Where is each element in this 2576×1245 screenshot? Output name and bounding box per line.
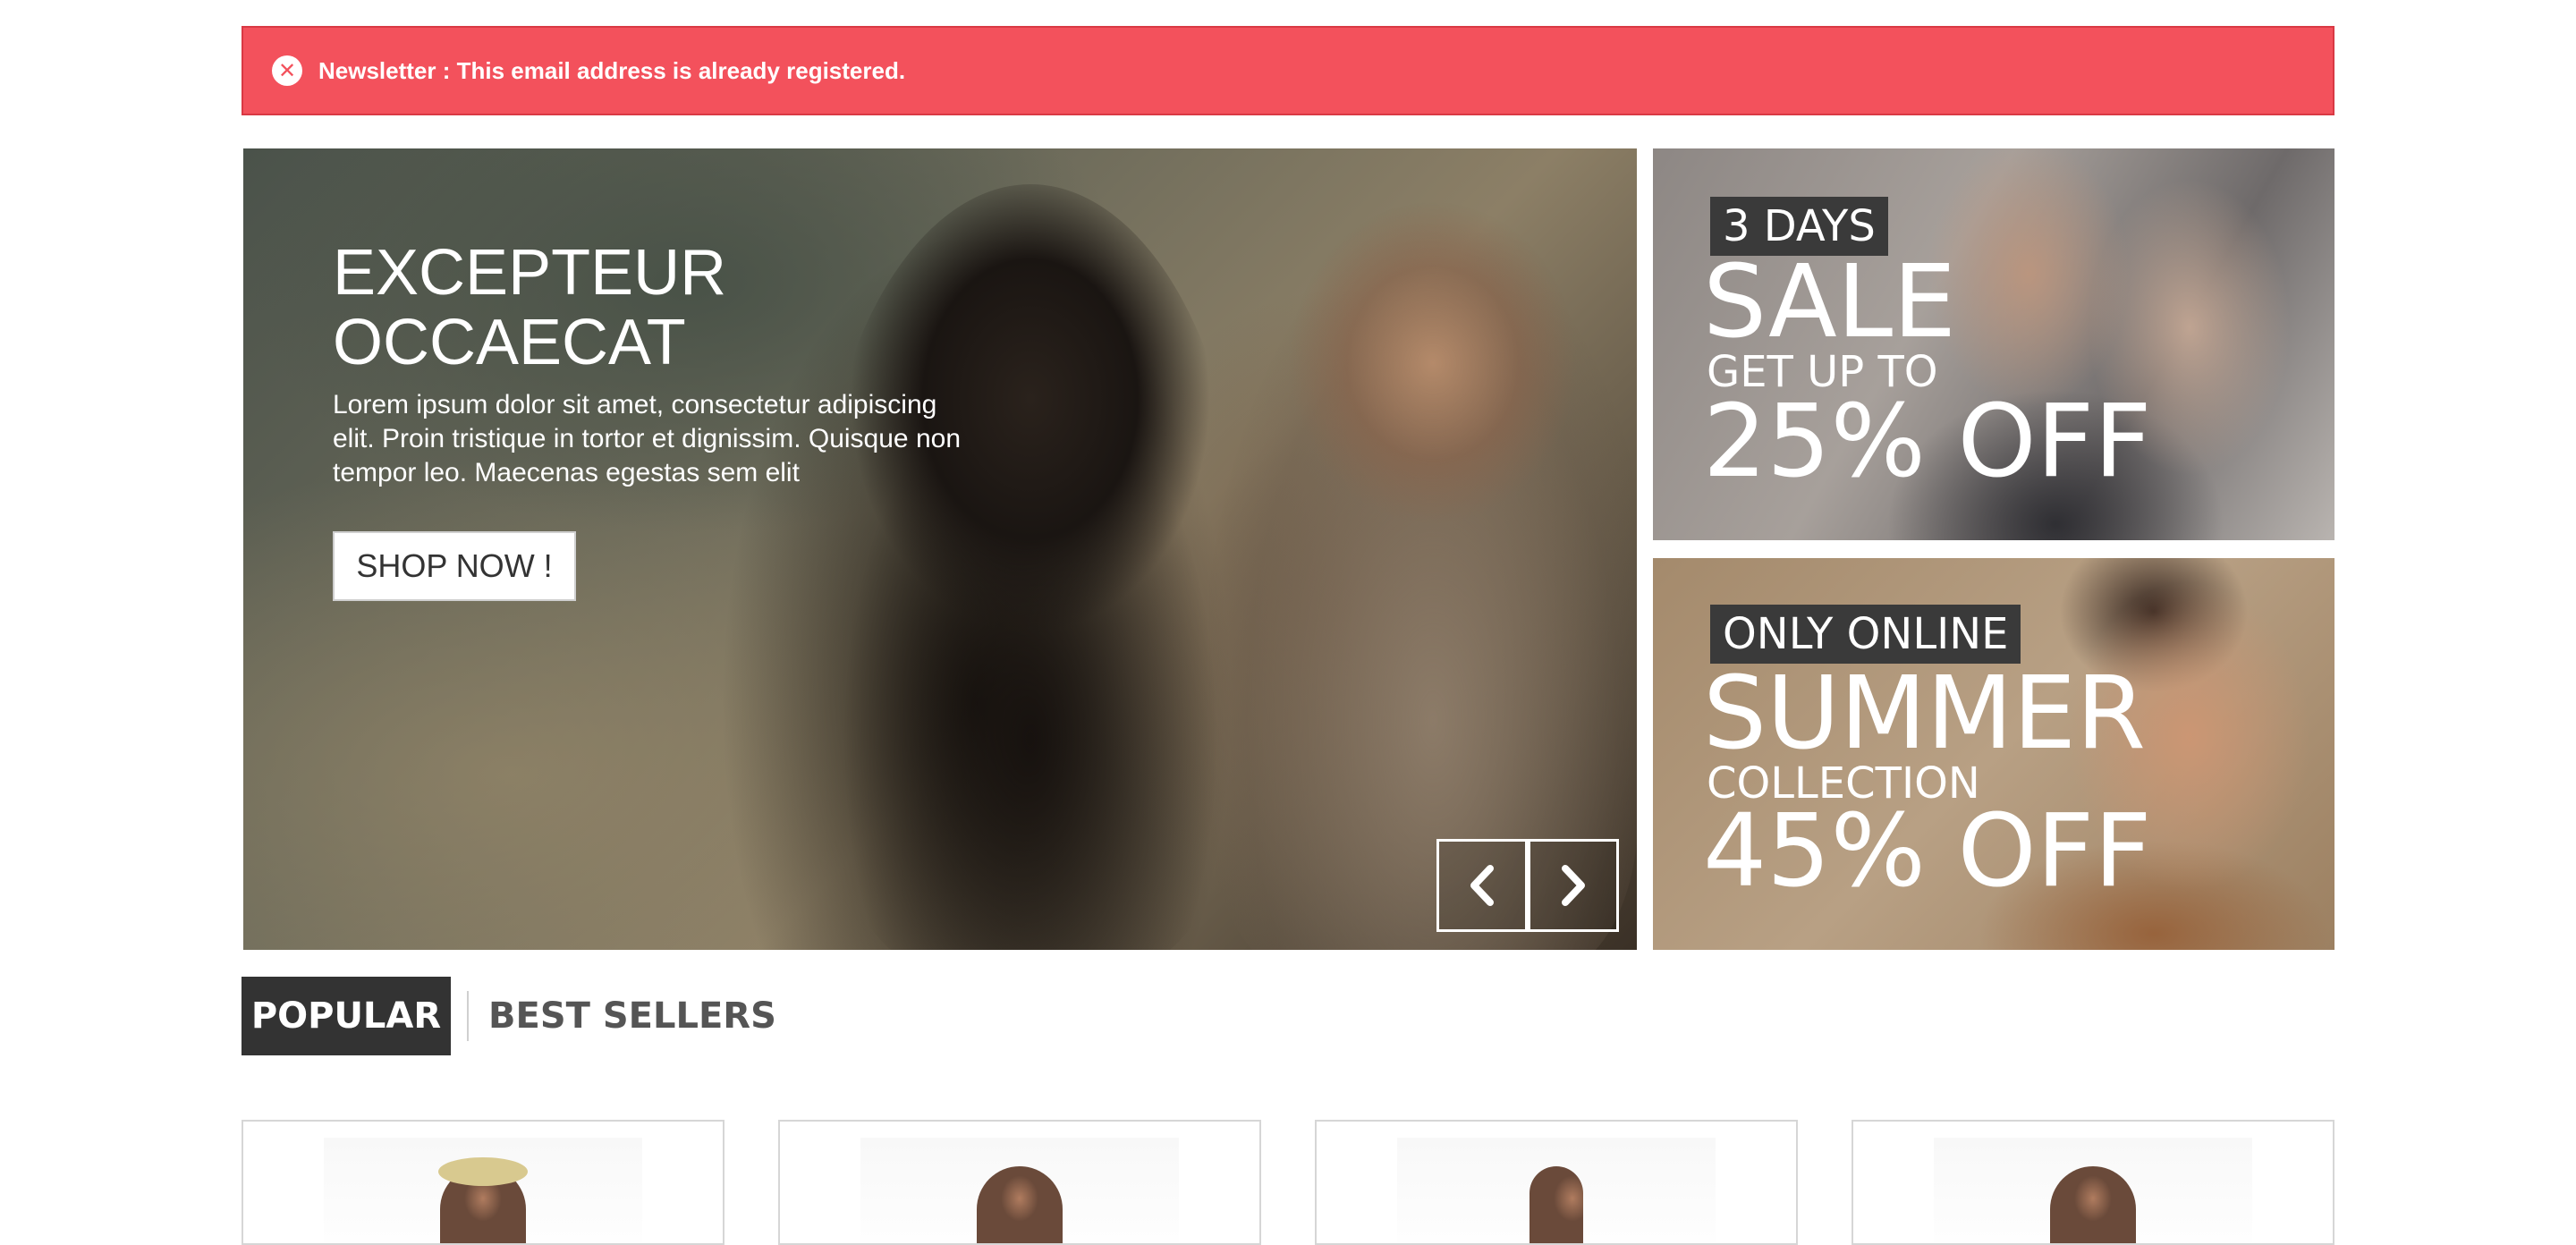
slide-title: EXCEPTEUR OCCAECAT (333, 238, 959, 377)
product-card[interactable] (1315, 1120, 1798, 1245)
slide-title-line1: EXCEPTEUR (333, 237, 727, 309)
shop-now-button[interactable]: SHOP NOW ! (333, 531, 576, 601)
alert-message: Newsletter : This email address is alrea… (318, 56, 906, 84)
close-circle-icon: ✕ (272, 55, 302, 86)
banner-headline: SUMMER (1703, 656, 2146, 772)
newsletter-error-alert: ✕ Newsletter : This email address is alr… (242, 26, 2334, 115)
banner-offer: 25% OFF (1703, 384, 2152, 500)
slide-description: Lorem ipsum dolor sit amet, consectetur … (333, 390, 961, 487)
promo-banner-sale[interactable]: 3 DAYS SALE GET UP TO 25% OFF (1653, 148, 2334, 540)
slider-next-button[interactable] (1528, 839, 1619, 932)
product-image (2050, 1166, 2136, 1243)
slide-title-line2: OCCAECAT (333, 307, 686, 378)
product-image (977, 1166, 1063, 1243)
hero-slider: EXCEPTEUR OCCAECAT Lorem ipsum dolor sit… (243, 148, 1637, 950)
slider-prev-button[interactable] (1436, 839, 1528, 932)
product-card[interactable] (242, 1120, 724, 1245)
tab-best-sellers[interactable]: BEST SELLERS (488, 977, 776, 1055)
banner-offer: 45% OFF (1703, 793, 2152, 910)
tab-divider (467, 991, 469, 1041)
chevron-right-icon (1562, 865, 1585, 906)
chevron-left-icon (1470, 865, 1494, 906)
product-image (1530, 1166, 1583, 1243)
promo-banner-summer[interactable]: ONLY ONLINE SUMMER COLLECTION 45% OFF (1653, 558, 2334, 950)
product-image-hat (438, 1157, 528, 1186)
product-card[interactable] (1852, 1120, 2334, 1245)
banner-headline: SALE (1703, 244, 1956, 360)
tab-popular[interactable]: POPULAR (242, 977, 451, 1055)
hero-image-man (1209, 166, 1637, 950)
product-card[interactable] (778, 1120, 1261, 1245)
